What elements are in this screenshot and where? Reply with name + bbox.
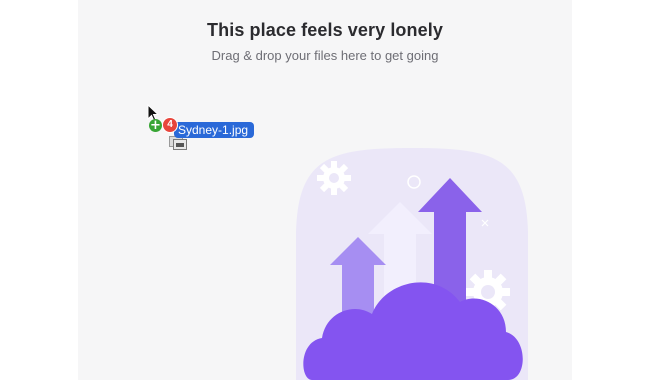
drag-ghost[interactable]: Sydney-1.jpg + 4 xyxy=(145,104,275,154)
empty-state-subtitle: Drag & drop your files here to get going xyxy=(211,48,439,63)
cloud-upload-illustration xyxy=(296,148,528,380)
file-drop-zone[interactable]: This place feels very lonely Drag & drop… xyxy=(78,0,572,380)
gear-icon xyxy=(317,161,351,195)
item-count-badge: 4 xyxy=(163,118,177,132)
dragged-file-name: Sydney-1.jpg xyxy=(174,122,255,138)
file-thumbnail-icon xyxy=(169,136,187,150)
app-window: This place feels very lonely Drag & drop… xyxy=(0,0,655,380)
empty-state-title: This place feels very lonely xyxy=(207,20,443,40)
copy-plus-icon: + xyxy=(149,118,162,133)
